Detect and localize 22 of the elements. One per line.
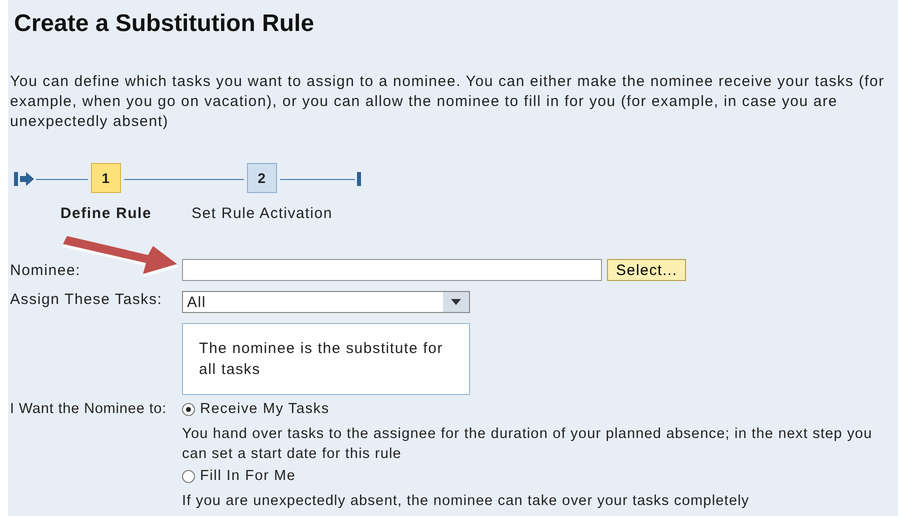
radio-button[interactable]	[182, 402, 195, 416]
start-marker-icon	[14, 171, 36, 187]
step-label: Set Rule Activation	[191, 205, 333, 222]
tasks-dropdown[interactable]: All	[182, 291, 470, 313]
assign-tasks-label: Assign These Tasks:	[10, 291, 164, 308]
nominee-label: Nominee:	[10, 262, 82, 278]
radio-option[interactable]: Receive My Tasks	[182, 399, 892, 419]
description-text: The nominee is the substitute for all tasks	[199, 339, 444, 380]
step-number[interactable]: 1	[91, 163, 121, 193]
nominee-field[interactable]	[182, 259, 602, 281]
select-button[interactable]: Select...	[607, 259, 686, 281]
page-title: Create a Substitution Rule	[8, 0, 898, 50]
end-marker-icon	[355, 172, 361, 186]
step-label: Define Rule	[60, 205, 152, 222]
dropdown-caret-icon	[451, 299, 461, 305]
option-description: You hand over tasks to the assignee for the duration of your planned absence; in the next step you can set a start date for this rule	[182, 425, 874, 464]
radio-option[interactable]: Fill In For Me	[182, 466, 892, 486]
option-description: If you are unexpectedly absent, the nominee can take over your tasks completely	[182, 492, 750, 511]
want-nominee-label: I Want the Nominee to:	[10, 401, 168, 417]
radio-button[interactable]	[182, 470, 195, 482]
intro-text: You can define which tasks you want to assign to a nominee. You can either make the nominee receive your tasks (for example, when you go on vacation), or you can allow the nominee to fill in for you (for example, in case you are unexpectedly absent)	[10, 72, 886, 132]
step-number[interactable]: 2	[247, 163, 277, 193]
